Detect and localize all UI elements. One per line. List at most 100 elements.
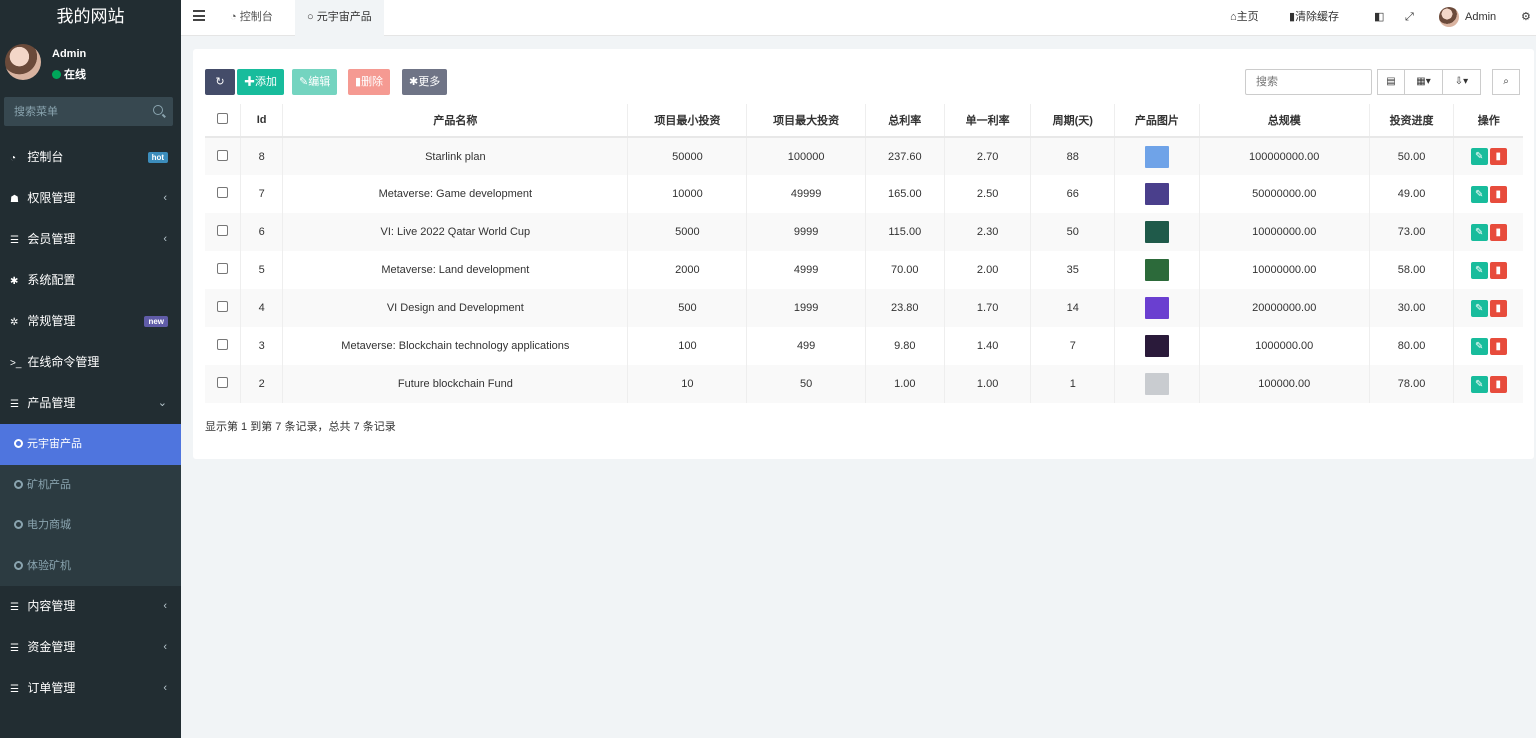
row-checkbox[interactable]	[216, 263, 228, 274]
row-edit-button[interactable]: ✎	[1470, 148, 1488, 165]
user-menu[interactable]: Admin	[1439, 0, 1496, 36]
row-delete-button[interactable]: ▮	[1489, 299, 1507, 317]
trash-icon: ▮	[1495, 264, 1501, 276]
select-all-checkbox[interactable]	[216, 113, 228, 124]
column-header[interactable]: 总规模	[1199, 104, 1370, 138]
sidebar-item-members[interactable]: ☰ 会员管理 ‹	[0, 219, 181, 260]
refresh-button[interactable]: ↻	[205, 69, 235, 95]
table-row[interactable]: 5 Metaverse: Land development 2000 4999 70.0…	[205, 251, 1523, 289]
cell-actions: ✎ ▮	[1454, 251, 1523, 289]
product-image[interactable]	[1144, 145, 1169, 168]
row-edit-button[interactable]: ✎	[1470, 185, 1488, 203]
column-header[interactable]: 单一利率	[944, 104, 1032, 138]
column-header[interactable]: 项目最小投资	[627, 104, 748, 138]
row-select-cell	[205, 175, 241, 213]
column-header[interactable]: 项目最大投资	[746, 104, 866, 138]
sidebar-item-trial-miner[interactable]: 体验矿机	[0, 546, 181, 587]
sidebar-item-label: 在线命令管理	[27, 355, 100, 369]
sidebar-item-orders[interactable]: ☰ 订单管理 ‹	[0, 668, 181, 709]
sidebar-item-label: 矿机产品	[27, 478, 71, 491]
row-checkbox[interactable]	[216, 149, 228, 161]
column-header[interactable]: Id	[240, 104, 284, 138]
row-edit-button[interactable]: ✎	[1470, 337, 1488, 355]
language-icon[interactable]: ◧	[1374, 0, 1384, 36]
search-icon[interactable]	[153, 105, 163, 115]
row-checkbox[interactable]	[216, 377, 228, 388]
fullscreen-icon[interactable]: ⤢	[1405, 0, 1414, 36]
cell-rate: 1.70	[944, 289, 1032, 327]
more-button[interactable]: ✱更多	[402, 69, 448, 95]
table-row[interactable]: 2 Future blockchain Fund 10 50 1.00 1.00 1 1000…	[205, 365, 1523, 403]
row-delete-button[interactable]: ▮	[1489, 375, 1507, 393]
row-delete-button[interactable]: ▮	[1489, 148, 1507, 165]
column-header[interactable]: 产品图片	[1114, 104, 1200, 138]
search-icon[interactable]: ⌕	[1492, 69, 1520, 95]
product-image[interactable]	[1144, 259, 1169, 281]
table-row[interactable]: 7 Metaverse: Game development 10000 49999 16…	[205, 175, 1523, 213]
product-image[interactable]	[1144, 297, 1169, 319]
sidebar-item-general[interactable]: ✲ 常规管理 new	[0, 301, 181, 342]
sidebar-search	[4, 97, 173, 126]
sidebar-item-metaverse-products[interactable]: 元宇宙产品	[0, 424, 181, 465]
sidebar-item-products[interactable]: ☰ 产品管理 ⌄	[0, 383, 181, 424]
toggle-view-icon[interactable]: ▤	[1377, 69, 1405, 95]
row-checkbox[interactable]	[216, 225, 228, 236]
row-delete-button[interactable]: ▮	[1489, 337, 1507, 355]
sidebar-item-label: 常规管理	[27, 314, 76, 328]
sidebar-item-online-command[interactable]: >_ 在线命令管理	[0, 342, 181, 383]
tab-dashboard[interactable]: ◔ 控制台	[218, 0, 285, 36]
row-edit-button[interactable]: ✎	[1470, 375, 1488, 393]
table-row[interactable]: 3 Metaverse: Blockchain technology applic…	[205, 327, 1523, 365]
chevron-left-icon: ‹	[163, 233, 167, 245]
row-edit-button[interactable]: ✎	[1470, 299, 1488, 317]
columns-icon[interactable]: ▦▾	[1404, 69, 1443, 95]
cell-max: 100000	[746, 137, 866, 175]
cell-scale: 10000000.00	[1199, 213, 1370, 251]
row-delete-button[interactable]: ▮	[1489, 223, 1507, 241]
sidebar-item-content[interactable]: ☰ 内容管理 ‹	[0, 586, 181, 627]
cell-actions: ✎ ▮	[1453, 137, 1523, 175]
tab-metaverse-products[interactable]: ○ 元宇宙产品	[295, 0, 384, 36]
product-image[interactable]	[1144, 183, 1169, 205]
menu-toggle-icon[interactable]	[193, 10, 205, 22]
table-row[interactable]: 6 VI: Live 2022 Qatar World Cup 5000 9999 11…	[205, 213, 1523, 251]
sidebar-item-system-config[interactable]: ✱ 系统配置	[0, 260, 181, 301]
add-button[interactable]: ✚添加	[237, 69, 284, 95]
home-link[interactable]: ⌂主页	[1230, 0, 1259, 36]
product-image[interactable]	[1144, 373, 1169, 395]
sidebar-item-power-store[interactable]: 电力商城	[0, 505, 181, 546]
sidebar-item-funds[interactable]: ☰ 资金管理 ‹	[0, 627, 181, 668]
column-header[interactable]: 投资进度	[1369, 104, 1455, 138]
export-icon[interactable]: ⇩▾	[1442, 69, 1481, 95]
delete-button[interactable]: ▮删除	[348, 69, 391, 95]
sidebar-search-input[interactable]	[4, 97, 144, 126]
search-input[interactable]	[1245, 69, 1372, 95]
row-delete-button[interactable]: ▮	[1489, 185, 1507, 203]
cell-rate: 2.30	[944, 213, 1032, 251]
sidebar-item-permissions[interactable]: ☗ 权限管理 ‹	[0, 178, 181, 219]
tab-label: 控制台	[239, 11, 273, 23]
cell-name: VI: Live 2022 Qatar World Cup	[282, 213, 629, 251]
table-row[interactable]: 4 VI Design and Development 500 1999 23.80 1.…	[205, 289, 1523, 327]
product-image[interactable]	[1144, 335, 1169, 357]
row-edit-button[interactable]: ✎	[1470, 261, 1488, 279]
row-checkbox[interactable]	[216, 187, 228, 198]
pagination-summary: 显示第 1 到第 7 条记录，总共 7 条记录	[205, 421, 396, 433]
column-header[interactable]: 产品名称	[282, 104, 629, 138]
clear-cache-button[interactable]: ▮清除缓存	[1289, 0, 1339, 36]
sidebar-item-label: 电力商城	[27, 519, 71, 531]
column-header[interactable]: 总利率	[865, 104, 945, 138]
site-logo[interactable]: 我的网站	[0, 0, 181, 36]
sidebar-item-label: 体验矿机	[27, 559, 71, 572]
row-edit-button[interactable]: ✎	[1470, 223, 1488, 241]
product-image[interactable]	[1144, 221, 1169, 243]
row-checkbox[interactable]	[216, 301, 228, 312]
edit-button[interactable]: ✎编辑	[292, 69, 338, 95]
sidebar-item-dashboard[interactable]: ◔ 控制台 hot	[0, 137, 181, 178]
row-checkbox[interactable]	[216, 339, 228, 350]
sidebar-item-miner-products[interactable]: 矿机产品	[0, 465, 181, 506]
settings-icon[interactable]: ⚙	[1521, 0, 1531, 36]
column-header[interactable]: 周期(天)	[1030, 104, 1116, 138]
row-delete-button[interactable]: ▮	[1489, 261, 1507, 279]
table-row[interactable]: 8 Starlink plan 50000 100000 237.60 2.70 88 100…	[205, 137, 1523, 175]
